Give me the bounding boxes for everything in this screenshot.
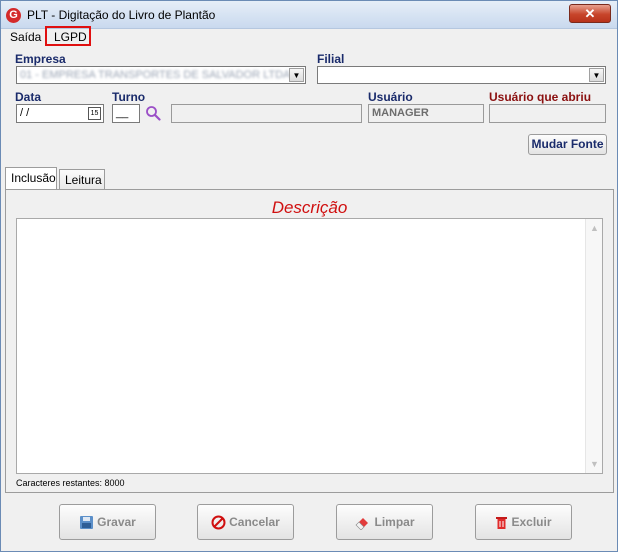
tab-panel-inclusao: Descrição ▲ ▼ Caracteres restantes: 8000	[5, 189, 614, 493]
tab-leitura[interactable]: Leitura	[59, 169, 105, 190]
title-bar: G PLT - Digitação do Livro de Plantão ✕	[1, 1, 617, 29]
tab-leitura-label: Leitura	[65, 173, 102, 187]
excluir-button[interactable]: Excluir	[475, 504, 572, 540]
cancel-icon	[211, 515, 226, 530]
scroll-down-icon[interactable]: ▼	[590, 459, 599, 469]
chevron-down-icon[interactable]: ▼	[589, 68, 604, 82]
eraser-icon	[356, 518, 369, 531]
menu-item-lgpd-label: LGPD	[54, 30, 87, 44]
mudar-fonte-button[interactable]: Mudar Fonte	[528, 134, 607, 155]
gravar-label: Gravar	[97, 515, 136, 529]
close-button[interactable]: ✕	[569, 4, 611, 23]
search-icon[interactable]	[145, 105, 161, 121]
calendar-icon[interactable]: 15	[88, 107, 101, 120]
menu-item-saida[interactable]: Saída	[10, 30, 41, 44]
empresa-value: 01 - EMPRESA TRANSPORTES DE SALVADOR LTD…	[20, 69, 291, 81]
description-textarea[interactable]: ▲ ▼	[16, 218, 603, 474]
app-logo-icon: G	[6, 8, 21, 23]
menu-item-saida-label: Saída	[10, 30, 42, 44]
menu-item-lgpd[interactable]: LGPD	[45, 26, 91, 46]
action-bar: Gravar Cancelar Limpar Excluir	[1, 497, 617, 551]
limpar-button[interactable]: Limpar	[336, 504, 433, 540]
filial-select[interactable]: ▼	[317, 66, 606, 84]
save-icon	[80, 516, 94, 530]
vertical-scrollbar[interactable]: ▲ ▼	[585, 219, 602, 473]
data-field[interactable]: / / 15	[16, 104, 104, 123]
limpar-label: Limpar	[374, 515, 415, 529]
usuario-abriu-label: Usuário que abriu	[489, 90, 592, 104]
usuario-abriu-field	[489, 104, 606, 123]
description-title: Descrição	[271, 198, 348, 217]
usuario-field: MANAGER	[368, 104, 484, 123]
cancelar-button[interactable]: Cancelar	[197, 504, 294, 540]
excluir-label: Excluir	[511, 515, 552, 529]
turno-label: Turno	[112, 90, 146, 104]
data-label: Data	[15, 90, 42, 104]
empresa-select[interactable]: 01 - EMPRESA TRANSPORTES DE SALVADOR LTD…	[16, 66, 306, 84]
empresa-label: Empresa	[15, 52, 66, 66]
trash-icon	[496, 517, 508, 530]
data-value: / /	[20, 107, 30, 119]
tab-inclusao-label: Inclusão	[11, 171, 56, 185]
menu-bar: Saída LGPD	[1, 26, 617, 47]
filial-label: Filial	[317, 52, 345, 66]
turno-field[interactable]: __	[112, 104, 140, 123]
usuario-label: Usuário	[368, 90, 413, 104]
cancelar-label: Cancelar	[229, 515, 280, 529]
usuario-value: MANAGER	[372, 107, 429, 119]
turno-value: __	[116, 107, 129, 119]
chevron-down-icon[interactable]: ▼	[289, 68, 304, 82]
gravar-button[interactable]: Gravar	[59, 504, 156, 540]
chars-remaining: Caracteres restantes: 8000	[16, 478, 125, 488]
tab-inclusao[interactable]: Inclusão	[5, 167, 57, 189]
mudar-fonte-label: Mudar Fonte	[531, 137, 604, 151]
scroll-up-icon[interactable]: ▲	[590, 223, 599, 233]
turno-description-field	[171, 104, 362, 123]
main-window: G PLT - Digitação do Livro de Plantão ✕ …	[0, 0, 618, 552]
window-title: PLT - Digitação do Livro de Plantão	[27, 8, 216, 22]
